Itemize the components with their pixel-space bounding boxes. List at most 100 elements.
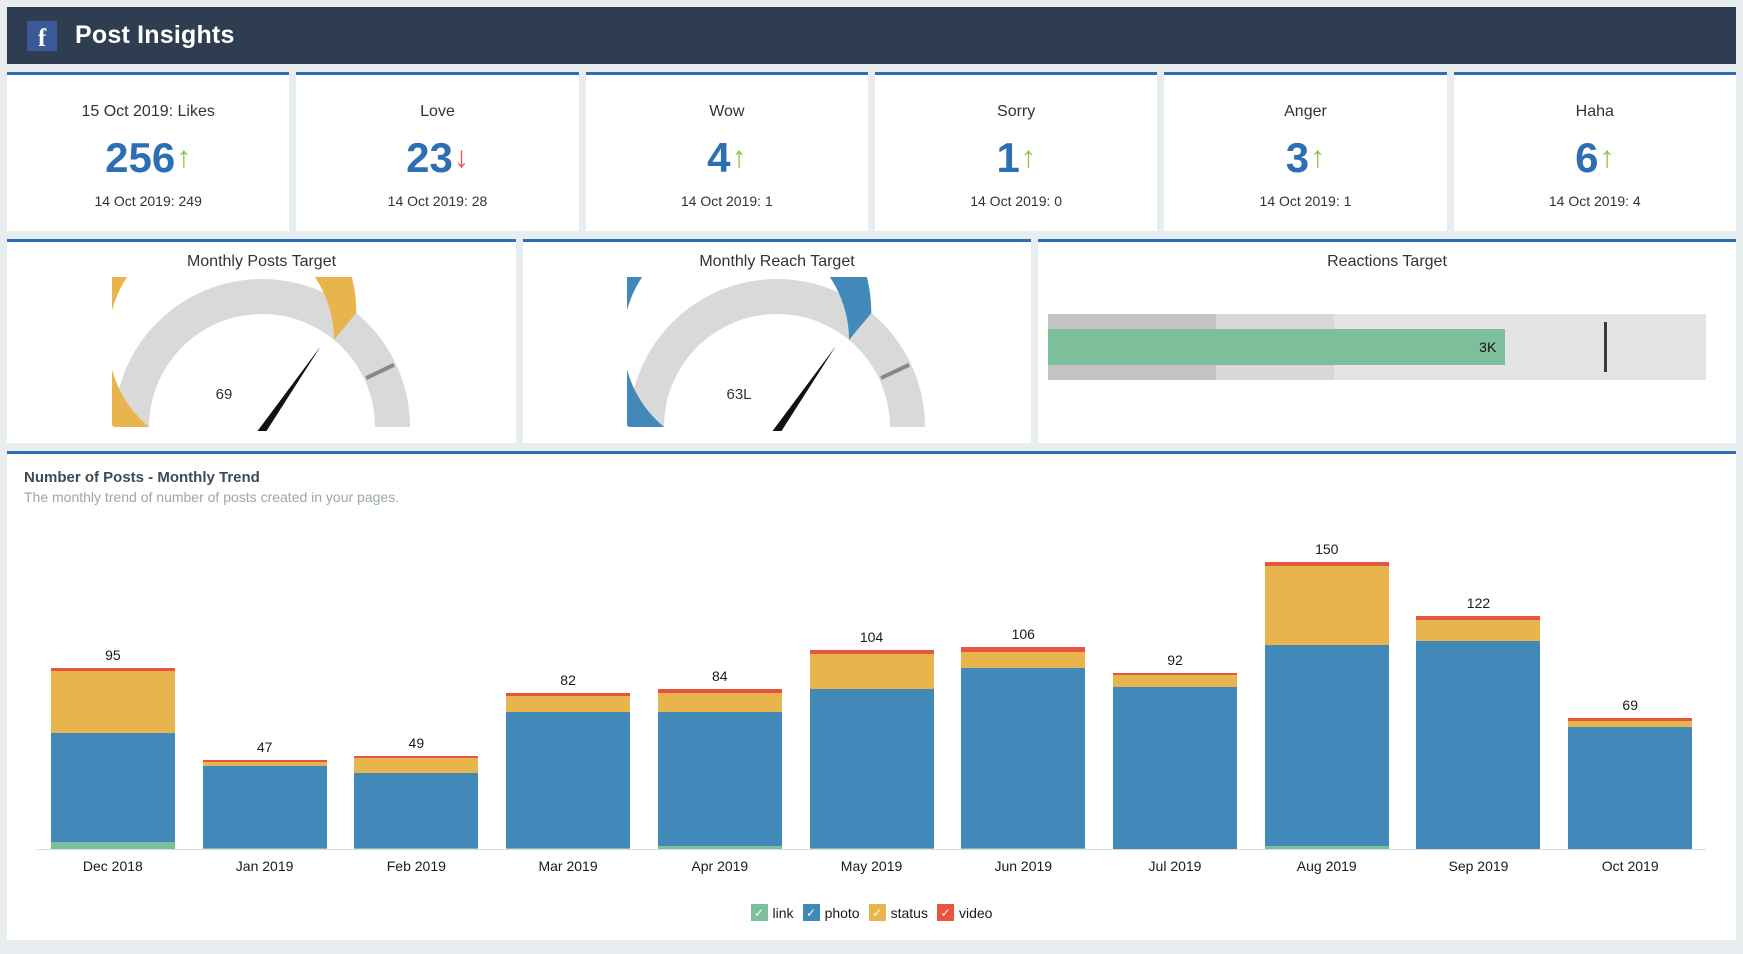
bar-segment-photo [1416,641,1540,850]
chart-plot-area: 95 47 49 82 84104 106 92 150 122 69 [37,530,1706,850]
bullet-threshold-marker [1604,322,1607,372]
bar-stack [961,647,1085,850]
bar-group[interactable]: 104 [796,530,948,850]
bar-group[interactable]: 47 [189,530,341,850]
kpi-card[interactable]: Love 23↓ 14 Oct 2019: 28 [296,72,578,231]
kpi-comparison: 14 Oct 2019: 28 [388,193,488,209]
monthly-reach-target-panel[interactable]: Monthly Reach Target 63L [523,239,1031,443]
bar-group[interactable]: 122 [1403,530,1555,850]
bar-segment-photo [1568,727,1692,850]
bar-segment-photo [354,773,478,848]
x-axis-tick-label: Oct 2019 [1554,858,1706,874]
bar-segment-status [961,652,1085,667]
bar-group[interactable]: 84 [644,530,796,850]
bar-total-label: 150 [1315,541,1338,557]
kpi-card[interactable]: 15 Oct 2019: Likes256↑14 Oct 2019: 249 [7,72,289,231]
kpi-main: 23↓ [406,137,469,179]
bullet-chart: 3K [1038,314,1736,380]
bar-segment-photo [810,689,934,848]
kpi-comparison: 14 Oct 2019: 0 [970,193,1062,209]
bar-stack [51,668,175,850]
targets-row: Monthly Posts Target 69 Monthly Reach Ta… [7,239,1736,443]
chart-legend: ✓link✓photo✓status✓video [7,904,1736,921]
bar-group[interactable]: 150 [1251,530,1403,850]
app-header: f Post Insights [7,7,1736,64]
gauge-needle [773,346,836,431]
bar-group[interactable]: 95 [37,530,189,850]
kpi-label: Love [420,103,455,121]
x-axis-tick-label: Apr 2019 [644,858,796,874]
kpi-value: 23 [406,137,453,179]
legend-checkbox-video[interactable]: ✓ [937,904,954,921]
reactions-target-panel[interactable]: Reactions Target 3K [1038,239,1736,443]
kpi-label: Haha [1576,103,1614,121]
bar-group[interactable]: 69 [1554,530,1706,850]
kpi-card[interactable]: Haha 6↑ 14 Oct 2019: 4 [1454,72,1736,231]
gauge-svg: 63L [627,277,927,437]
legend-item[interactable]: ✓ status [869,904,928,921]
bar-group[interactable]: 92 [1099,530,1251,850]
bar-group[interactable]: 82 [492,530,644,850]
x-axis-tick-label: Aug 2019 [1251,858,1403,874]
trend-up-icon: ↑ [1310,143,1325,173]
dashboard-page: f Post Insights 15 Oct 2019: Likes256↑14… [0,7,1743,954]
x-axis-labels: Dec 2018Jan 2019Feb 2019Mar 2019Apr 2019… [37,858,1706,874]
gauge-value-label: 69 [215,386,232,403]
kpi-main: 3↑ [1286,137,1325,179]
bar-segment-status [1113,675,1237,687]
bar-segment-status [810,654,934,689]
bar-segment-status [1416,620,1540,641]
kpi-comparison: 14 Oct 2019: 1 [681,193,773,209]
bar-series-container: 95 47 49 82 84104 106 92 150 122 69 [37,530,1706,850]
bar-stack [810,650,934,850]
kpi-main: 256↑ [105,137,191,179]
legend-item[interactable]: ✓photo [803,904,860,921]
monthly-posts-target-panel[interactable]: Monthly Posts Target 69 [7,239,516,443]
bar-segment-photo [961,668,1085,848]
panel-title: Reactions Target [1038,242,1736,271]
facebook-logo-icon: f [27,21,57,51]
bar-total-label: 47 [257,739,273,755]
monthly-trend-panel[interactable]: Number of Posts - Monthly Trend The mont… [7,451,1736,940]
kpi-main: 6↑ [1575,137,1614,179]
legend-label: link [773,905,794,921]
bar-stack [354,756,478,850]
legend-label: status [891,905,928,921]
gauge-svg: 69 [112,277,412,437]
legend-checkbox-link[interactable]: ✓ [751,904,768,921]
x-axis-tick-label: Jan 2019 [189,858,341,874]
trend-up-icon: ↑ [1599,143,1614,173]
kpi-card-row: 15 Oct 2019: Likes256↑14 Oct 2019: 249Lo… [7,72,1736,231]
kpi-card[interactable]: Anger 3↑ 14 Oct 2019: 1 [1164,72,1446,231]
legend-item[interactable]: ✓video [937,904,992,921]
bar-segment-photo [506,712,630,848]
x-axis-tick-label: Mar 2019 [492,858,644,874]
bar-segment-photo [203,766,327,849]
bar-group[interactable]: 106 [947,530,1099,850]
kpi-value: 256 [105,137,175,179]
trend-up-icon: ↑ [176,143,191,173]
page-title: Post Insights [75,21,235,50]
bar-segment-status [51,671,175,732]
bar-total-label: 106 [1012,626,1035,642]
kpi-card[interactable]: Sorry1↑14 Oct 2019: 0 [875,72,1157,231]
bar-total-label: 82 [560,672,576,688]
kpi-card[interactable]: Wow4↑14 Oct 2019: 1 [586,72,868,231]
trend-up-icon: ↑ [732,143,747,173]
trend-down-icon: ↓ [454,143,469,173]
legend-checkbox-photo[interactable]: ✓ [803,904,820,921]
kpi-value: 3 [1286,137,1309,179]
chart-subtitle: The monthly trend of number of posts cre… [7,486,1736,505]
bar-total-label: 69 [1622,697,1638,713]
kpi-label: Anger [1284,103,1327,121]
bar-segment-status [354,758,478,773]
kpi-comparison: 14 Oct 2019: 1 [1260,193,1352,209]
bar-stack [1568,718,1692,850]
bar-group[interactable]: 49 [340,530,492,850]
bar-total-label: 92 [1167,652,1183,668]
bar-segment-photo [1265,645,1389,847]
kpi-comparison: 14 Oct 2019: 4 [1549,193,1641,209]
x-axis-tick-label: May 2019 [796,858,948,874]
legend-item[interactable]: ✓ link [751,904,794,921]
legend-checkbox-status[interactable]: ✓ [869,904,886,921]
